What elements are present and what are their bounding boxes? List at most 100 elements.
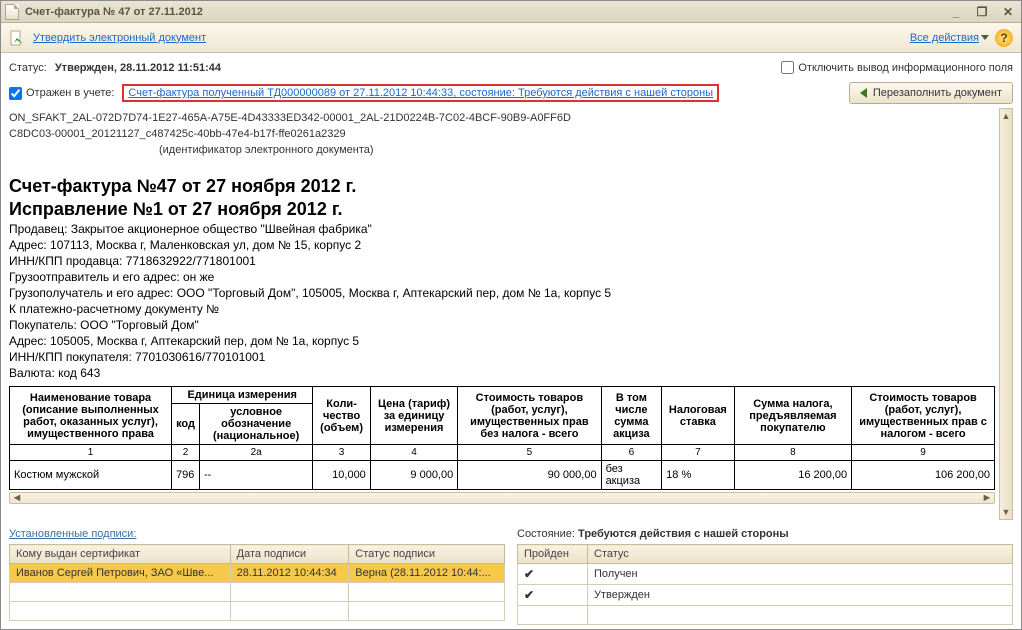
doc-id-caption: (идентификатор электронного документа): [159, 144, 995, 156]
content: Статус: Утвержден, 28.11.2012 11:51:44 О…: [1, 53, 1021, 629]
document-body: Счет-фактура №47 от 27 ноября 2012 г. Ис…: [9, 176, 995, 504]
th-passed[interactable]: Пройден: [518, 545, 588, 564]
invoice-table: Наименование товара (описание выполненны…: [9, 386, 995, 490]
colnum: 3: [313, 445, 370, 461]
signatures-table: Кому выдан сертификат Дата подписи Стату…: [9, 544, 505, 621]
approve-link[interactable]: Утвердить электронный документ: [33, 32, 206, 44]
scroll-left-icon[interactable]: ◄: [10, 493, 24, 503]
window-title: Счет-фактура № 47 от 27.11.2012: [25, 6, 939, 18]
th-cert-date[interactable]: Дата подписи: [230, 545, 349, 564]
table-row[interactable]: [10, 602, 505, 621]
doc-line: Грузоотправитель и его адрес: он же: [9, 270, 995, 284]
table-row[interactable]: ✔ Утвержден: [518, 585, 1013, 606]
doc-line: Покупатель: ООО "Торговый Дом": [9, 318, 995, 332]
accounting-link[interactable]: Счет-фактура полученный ТД000000089 от 2…: [128, 87, 713, 99]
colnum: 7: [662, 445, 734, 461]
accounting-highlight-box: Счет-фактура полученный ТД000000089 от 2…: [122, 84, 719, 102]
th-tax-rate: Налоговая ставка: [662, 387, 734, 445]
signatures-panel: Установленные подписи: Кому выдан сертиф…: [9, 528, 505, 625]
cell-code: 796: [172, 461, 200, 490]
state-row: Состояние: Требуются действия с нашей ст…: [517, 528, 1013, 540]
cell-cert-status: Верна (28.11.2012 10:44:...: [349, 564, 505, 583]
scroll-down-icon[interactable]: ▼: [1000, 505, 1012, 519]
colnum: 2: [172, 445, 200, 461]
th-cost-with-tax: Стоимость товаров (работ, услуг), имущес…: [852, 387, 995, 445]
colnum: 2а: [199, 445, 312, 461]
status-value: Утвержден, 28.11.2012 11:51:44: [55, 62, 221, 74]
doc-line: Грузополучатель и его адрес: ООО "Торгов…: [9, 286, 995, 300]
recorded-checkbox[interactable]: Отражен в учете:: [9, 87, 114, 100]
cell-cost-with-tax: 106 200,00: [852, 461, 995, 490]
table-row[interactable]: Иванов Сергей Петрович, ЗАО «Шве... 28.1…: [10, 564, 505, 583]
doc-id-line-2: C8DC03-00001_20121127_c487425c-40bb-47e4…: [9, 128, 995, 140]
cell-passed: ✔: [518, 564, 588, 585]
check-icon: ✔: [524, 588, 534, 602]
scroll-right-icon[interactable]: ►: [980, 493, 994, 503]
th-unit: Единица измерения: [172, 387, 313, 404]
accounting-row: Отражен в учете: Счет-фактура полученный…: [9, 82, 1013, 104]
table-row: Костюм мужской 796 -- 10,000 9 000,00 90…: [10, 461, 995, 490]
state-table: Пройден Статус ✔ Получен ✔ Утвержден: [517, 544, 1013, 625]
doc-line: ИНН/КПП продавца: 7718632922/771801001: [9, 254, 995, 268]
recorded-input[interactable]: [9, 87, 22, 100]
window-root: Счет-фактура № 47 от 27.11.2012 _ ❐ ✕ Ут…: [0, 0, 1022, 630]
doc-line: Продавец: Закрытое акционерное общество …: [9, 222, 995, 236]
signatures-title[interactable]: Установленные подписи:: [9, 528, 505, 540]
th-excise: В том числе сумма акциза: [601, 387, 662, 445]
state-label: Состояние:: [517, 528, 575, 540]
refill-button[interactable]: Перезаполнить документ: [849, 82, 1013, 104]
cell-state-status: Утвержден: [588, 585, 1013, 606]
table-row[interactable]: [10, 583, 505, 602]
check-icon: ✔: [524, 567, 534, 581]
cell-tax-rate: 18 %: [662, 461, 734, 490]
minimize-button[interactable]: _: [947, 4, 965, 20]
vertical-scrollbar[interactable]: ▲ ▼: [999, 108, 1013, 520]
th-unit-code: код: [172, 404, 200, 445]
status-label: Статус:: [9, 62, 47, 74]
state-value: Требуются действия с нашей стороны: [578, 528, 789, 540]
table-row[interactable]: [518, 606, 1013, 625]
doc-subtitle: Исправление №1 от 27 ноября 2012 г.: [9, 199, 995, 220]
th-state-status[interactable]: Статус: [588, 545, 1013, 564]
close-button[interactable]: ✕: [999, 4, 1017, 20]
arrow-left-icon: [860, 88, 867, 98]
horizontal-scrollbar[interactable]: ◄ ►: [9, 492, 995, 504]
th-qty: Коли- чество (объем): [313, 387, 370, 445]
chevron-down-icon: [981, 35, 989, 40]
cell-state-status: Получен: [588, 564, 1013, 585]
maximize-button[interactable]: ❐: [973, 4, 991, 20]
help-icon[interactable]: ?: [995, 29, 1013, 47]
cell-tax-sum: 16 200,00: [734, 461, 852, 490]
doc-title: Счет-фактура №47 от 27 ноября 2012 г.: [9, 176, 995, 197]
state-panel: Состояние: Требуются действия с нашей ст…: [517, 528, 1013, 625]
colnum: 6: [601, 445, 662, 461]
cell-excise: без акциза: [601, 461, 662, 490]
colnum: 4: [370, 445, 457, 461]
disable-info-input[interactable]: [781, 61, 794, 74]
all-actions-button[interactable]: Все действия: [910, 32, 989, 44]
scroll-up-icon[interactable]: ▲: [1000, 109, 1012, 123]
cell-cost-no-tax: 90 000,00: [458, 461, 601, 490]
colnum: 5: [458, 445, 601, 461]
disable-info-checkbox[interactable]: Отключить вывод информационного поля: [781, 61, 1013, 74]
colnum: 8: [734, 445, 852, 461]
colnum: 9: [852, 445, 995, 461]
approve-icon: [9, 30, 25, 46]
doc-line: Адрес: 107113, Москва г, Маленковская ул…: [9, 238, 995, 252]
th-cost-no-tax: Стоимость товаров (работ, услуг), имущес…: [458, 387, 601, 445]
table-row[interactable]: ✔ Получен: [518, 564, 1013, 585]
cell-cert-date: 28.11.2012 10:44:34: [230, 564, 349, 583]
toolbar: Утвердить электронный документ Все дейст…: [1, 23, 1021, 53]
th-unit-label: условное обозначение (национальное): [199, 404, 312, 445]
status-row: Статус: Утвержден, 28.11.2012 11:51:44 О…: [9, 61, 1013, 74]
titlebar: Счет-фактура № 47 от 27.11.2012 _ ❐ ✕: [1, 1, 1021, 23]
cell-qty: 10,000: [313, 461, 370, 490]
th-cert-status[interactable]: Статус подписи: [349, 545, 505, 564]
th-cert-to[interactable]: Кому выдан сертификат: [10, 545, 231, 564]
colnum: 1: [10, 445, 172, 461]
doc-id-line-1: ON_SFAKT_2AL-072D7D74-1E27-465A-A75E-4D4…: [9, 112, 995, 124]
cell-cert-to: Иванов Сергей Петрович, ЗАО «Шве...: [10, 564, 231, 583]
cell-unit: --: [199, 461, 312, 490]
document-icon: [5, 4, 19, 20]
doc-line: Валюта: код 643: [9, 366, 995, 380]
